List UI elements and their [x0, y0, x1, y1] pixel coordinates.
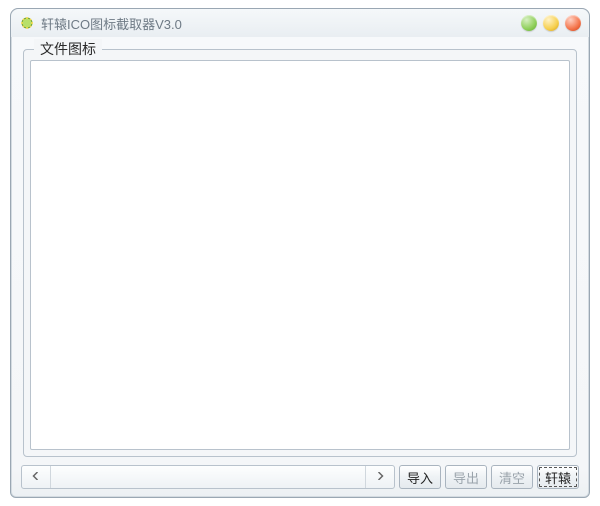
window-title: 轩辕ICO图标截取器V3.0: [41, 14, 521, 33]
icon-listview[interactable]: [30, 60, 570, 450]
scroll-right-button[interactable]: [365, 466, 394, 488]
export-button[interactable]: 导出: [445, 465, 487, 489]
chevron-left-icon: [32, 471, 40, 483]
horizontal-scrollbar[interactable]: [21, 465, 395, 489]
minimize-button[interactable]: [521, 15, 537, 31]
maximize-button[interactable]: [543, 15, 559, 31]
about-button[interactable]: 轩辕: [537, 465, 579, 489]
chevron-right-icon: [376, 471, 384, 483]
close-button[interactable]: [565, 15, 581, 31]
import-button[interactable]: 导入: [399, 465, 441, 489]
app-icon: [19, 15, 35, 31]
scroll-left-button[interactable]: [22, 466, 51, 488]
icon-groupbox: 文件图标: [23, 49, 577, 457]
scroll-track[interactable]: [51, 466, 365, 488]
window-controls: [521, 15, 581, 31]
bottom-bar: 导入 导出 清空 轩辕: [21, 465, 579, 489]
clear-button[interactable]: 清空: [491, 465, 533, 489]
titlebar[interactable]: 轩辕ICO图标截取器V3.0: [11, 9, 589, 37]
groupbox-label: 文件图标: [34, 39, 102, 59]
app-window: 轩辕ICO图标截取器V3.0 文件图标 导入 导出 清空: [10, 8, 590, 498]
